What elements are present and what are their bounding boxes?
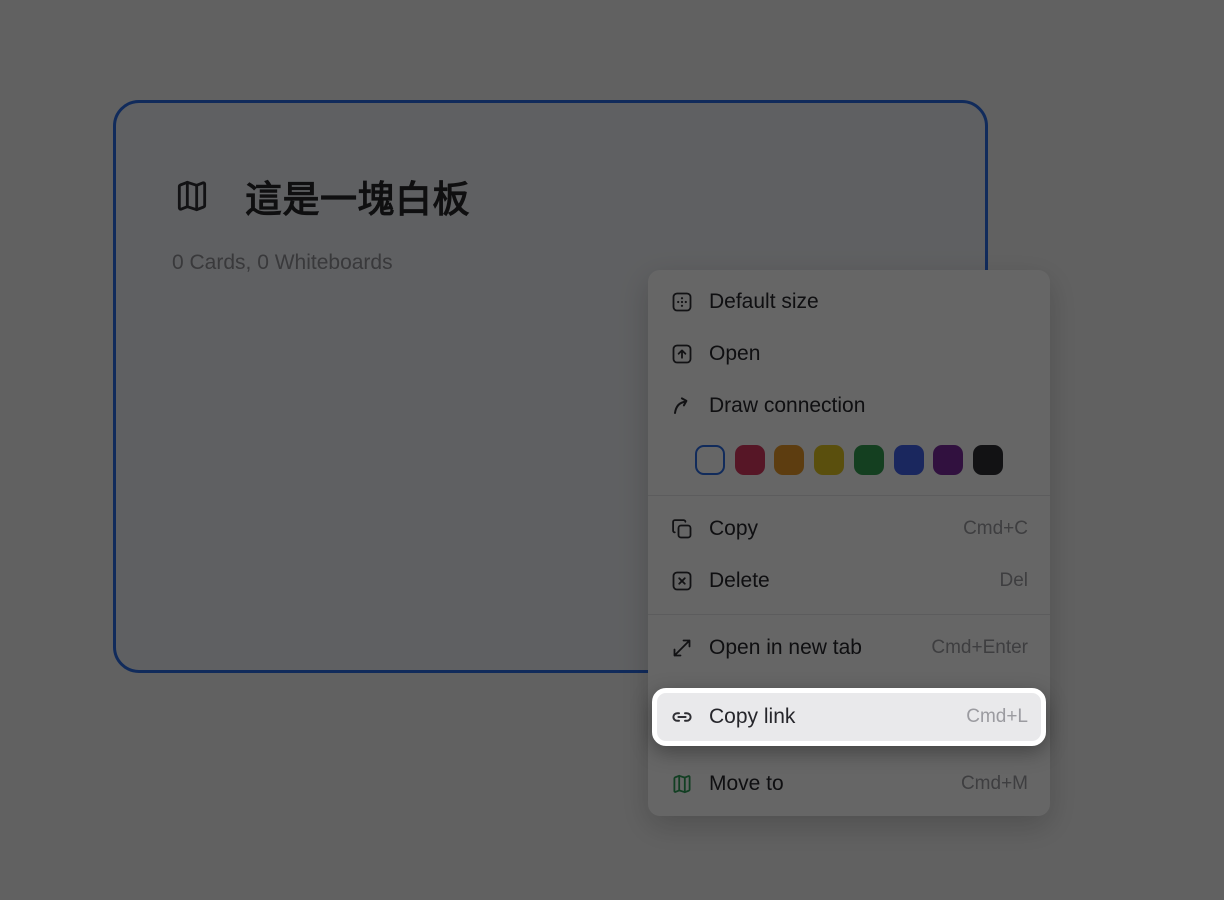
menu-separator: [648, 614, 1050, 615]
menu-item-label: Open: [709, 342, 761, 365]
color-swatch-purple[interactable]: [933, 445, 964, 475]
color-swatch-blue[interactable]: [893, 445, 924, 475]
copy-link-icon: [670, 705, 694, 729]
menu-item-draw-connection[interactable]: Draw connection: [648, 380, 1050, 432]
menu-item-shortcut: Cmd+L: [966, 706, 1028, 727]
menu-item-label: Delete: [709, 569, 770, 592]
menu-item-open-in-new-tab[interactable]: Open in new tab Cmd+Enter: [648, 622, 1050, 674]
menu-item-shortcut: Cmd+Enter: [931, 637, 1028, 658]
color-swatch-row: [648, 432, 1050, 488]
color-swatch-black[interactable]: [972, 445, 1003, 475]
menu-item-shortcut: Cmd+C: [963, 518, 1028, 539]
menu-separator: [648, 495, 1050, 496]
copy-icon: [670, 517, 694, 541]
color-swatch-white[interactable]: [695, 445, 725, 475]
menu-item-label: Draw connection: [709, 394, 866, 417]
menu-item-label: Default size: [709, 290, 819, 313]
delete-icon: [670, 569, 694, 593]
menu-item-shortcut: Del: [999, 570, 1028, 591]
color-swatch-yellow[interactable]: [814, 445, 845, 475]
menu-item-label: Copy link: [709, 705, 796, 728]
whiteboard-canvas[interactable]: 這是一塊白板 0 Cards, 0 Whiteboards Default si…: [0, 0, 1224, 900]
menu-item-delete[interactable]: Delete Del: [648, 555, 1050, 607]
open-icon: [670, 342, 694, 366]
menu-item-default-size[interactable]: Default size: [648, 276, 1050, 328]
menu-item-copy[interactable]: Copy Cmd+C: [648, 503, 1050, 555]
menu-item-label: Move to: [709, 772, 784, 795]
open-in-new-tab-icon: [670, 636, 694, 660]
color-swatch-red[interactable]: [734, 445, 765, 475]
menu-item-label: Copy: [709, 517, 759, 540]
color-swatch-green[interactable]: [853, 445, 884, 475]
map-icon: [172, 176, 212, 216]
color-swatch-orange[interactable]: [774, 445, 805, 475]
default-size-icon: [670, 290, 694, 314]
menu-item-copy-link[interactable]: Copy link Cmd+L: [652, 688, 1046, 746]
menu-item-label: Open in new tab: [709, 636, 862, 659]
draw-connection-icon: [670, 394, 694, 418]
context-menu: Default size Open Draw connection Copy C…: [648, 270, 1050, 816]
card-title: 這是一塊白板: [245, 179, 470, 220]
menu-item-move-to[interactable]: Move to Cmd+M: [648, 758, 1050, 810]
move-to-map-icon: [670, 772, 694, 796]
menu-item-open[interactable]: Open: [648, 328, 1050, 380]
menu-item-shortcut: Cmd+M: [960, 773, 1028, 794]
